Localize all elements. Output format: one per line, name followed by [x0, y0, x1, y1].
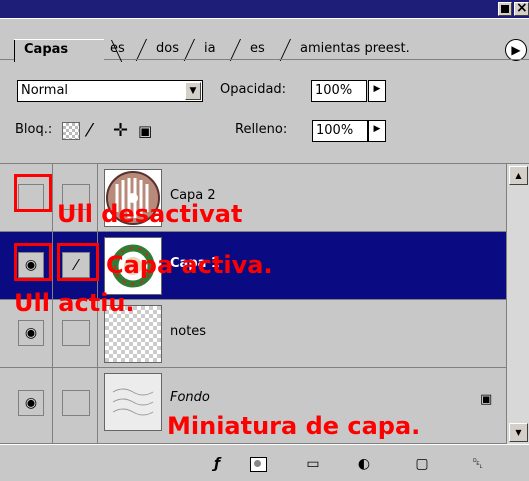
minimize-icon[interactable]: [498, 2, 512, 16]
tab-acciones[interactable]: es: [240, 39, 286, 61]
annotation-eye-off: Ull desactivat: [57, 200, 243, 228]
fill-label: Relleno:: [235, 122, 288, 137]
blend-mode-select[interactable]: Normal: [17, 80, 203, 102]
layer-name-fondo: Fondo: [170, 390, 210, 405]
annotation-thumbnail: Miniatura de capa.: [167, 412, 421, 440]
palette-bottom-bar: ƒ ▭ ◐ ▢ ␡: [0, 444, 529, 481]
opacity-slider-arrow-icon[interactable]: ▶: [368, 80, 386, 102]
eye-icon[interactable]: ◉: [18, 390, 44, 416]
chevron-down-icon[interactable]: ▼: [185, 82, 201, 100]
trash-icon[interactable]: ␡: [468, 455, 488, 473]
lock-transparency-icon[interactable]: [62, 122, 80, 140]
tab-capas[interactable]: Capas: [14, 39, 104, 62]
lock-paint-brush-icon[interactable]: ⁄: [88, 122, 106, 140]
palette-title-bar[interactable]: [0, 0, 529, 18]
scroll-up-icon[interactable]: ▲: [509, 166, 528, 185]
layers-palette: Capas es dos ia es amientas preest. ▶ No…: [0, 0, 529, 481]
lock-row: Bloq.: ⁄ ✛ ▣ Relleno: 100% ▶: [0, 100, 529, 164]
new-layer-icon[interactable]: ▢: [412, 455, 432, 473]
annotation-box-eye-on: [14, 243, 52, 281]
opacity-label: Opacidad:: [220, 82, 287, 97]
layer-thumbnail-fondo: [104, 373, 162, 431]
adjustment-layer-icon[interactable]: ◐: [354, 455, 374, 473]
annotation-box-eye-off: [14, 174, 52, 212]
eye-icon[interactable]: ◉: [18, 320, 44, 346]
palette-menu-icon[interactable]: ▶: [505, 39, 527, 61]
layer-name-notes: notes: [170, 324, 207, 339]
close-icon[interactable]: [514, 0, 529, 16]
lock-icon: ▣: [480, 392, 493, 407]
paper-thumbnail-icon: [105, 374, 161, 430]
annotation-active-layer: Capa activa.: [106, 251, 273, 279]
link-toggle[interactable]: [62, 320, 90, 346]
new-set-folder-icon[interactable]: ▭: [303, 455, 323, 473]
fill-input[interactable]: 100%: [312, 120, 368, 142]
add-mask-icon[interactable]: [248, 455, 268, 473]
blend-row: Normal ▼ Opacidad: 100% ▶: [0, 60, 529, 102]
opacity-input[interactable]: 100%: [311, 80, 367, 102]
palette-tab-bar: Capas es dos ia es amientas preest. ▶: [0, 18, 529, 62]
lock-move-icon[interactable]: ✛: [113, 122, 131, 140]
column-divider: [97, 368, 98, 443]
lock-all-icon[interactable]: ▣: [138, 122, 156, 140]
annotation-eye-on: Ull actiu.: [14, 289, 135, 317]
link-toggle[interactable]: [62, 390, 90, 416]
annotation-box-brush: [57, 243, 99, 281]
column-divider: [52, 368, 53, 443]
layers-scrollbar[interactable]: ▲ ▼: [506, 164, 529, 444]
column-divider: [52, 164, 53, 231]
lock-label: Bloq.:: [15, 122, 53, 137]
scroll-down-icon[interactable]: ▼: [509, 423, 528, 442]
fill-slider-arrow-icon[interactable]: ▶: [368, 120, 386, 142]
layer-style-icon[interactable]: ƒ: [207, 455, 227, 473]
tab-herramientas-preest[interactable]: amientas preest.: [290, 39, 460, 61]
